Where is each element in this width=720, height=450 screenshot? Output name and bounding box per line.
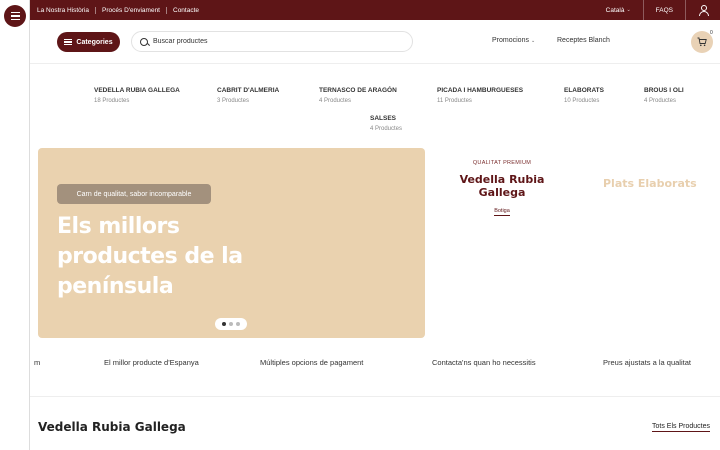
category-name: VEDELLA RUBIA GALLEGA [94,87,180,94]
hero-banner[interactable]: Carn de qualitat, sabor incomparable Els… [38,148,425,338]
categories-button[interactable]: Categories [57,32,120,52]
category-name: BROUS I OLI [644,87,684,94]
main-header: Categories Promocions ⌄ Receptes Blanch … [30,20,720,64]
feature-item: Contacta'ns quan ho necessitis [432,358,536,367]
chevron-down-icon: ⌄ [626,7,631,13]
search-icon[interactable] [140,37,148,46]
side-rail [0,0,30,450]
category-item[interactable]: VEDELLA RUBIA GALLEGA 18 Productes [94,87,180,104]
category-count: 10 Productes [564,98,600,104]
top-bar: La Nostra Història Procés D'enviament Co… [30,0,720,20]
search-box [131,31,413,52]
category-count: 4 Productes [319,98,352,104]
menu-icon[interactable] [4,5,26,27]
top-links: La Nostra Història Procés D'enviament Co… [37,6,205,14]
search-input[interactable] [153,38,393,45]
language-label: Català [605,6,625,14]
category-item[interactable]: PICADA I HAMBURGUESES 11 Productes [437,87,523,104]
feature-item: Preus ajustats a la qualitat [603,358,691,367]
category-count: 3 Productes [217,98,250,104]
carousel-dot[interactable] [236,322,240,326]
category-name: PICADA I HAMBURGUESES [437,87,524,94]
category-name: CABRIT D'ALMERIA [217,87,280,94]
user-icon [698,5,709,16]
top-link-nostra-historia[interactable]: La Nostra Història [37,6,97,14]
top-link-proces-enviament[interactable]: Procés D'enviament [96,6,167,14]
category-count: 11 Productes [437,98,472,104]
divider [30,396,720,397]
promocions-label: Promocions [492,37,529,44]
features-strip: m El millor producte d'Espanya Múltiples… [30,358,720,370]
category-name: SALSES [370,115,397,122]
feature-item: El millor producte d'Espanya [104,358,199,367]
hamburger-icon [64,38,73,46]
cart-icon [697,37,707,47]
premium-kicker: QUALITAT PREMIUM [472,160,532,166]
premium-card: QUALITAT PREMIUM Vedella Rubia Gallega B… [452,160,552,217]
carousel-dot-active[interactable] [222,322,226,326]
account-button[interactable] [685,0,720,20]
category-item[interactable]: SALSES 4 Productes [370,115,402,132]
chevron-down-icon: ⌄ [530,37,536,44]
language-selector[interactable]: Català ⌄ [594,0,643,20]
faqs-link[interactable]: FAQS [642,0,685,20]
hero-title: Els millors productes de la península [57,214,243,299]
category-count: 4 Productes [370,126,403,132]
categories-label: Categories [76,38,113,46]
promocions-menu[interactable]: Promocions ⌄ [492,37,535,44]
next-slide-title: Plats Elaborats [603,177,697,190]
hero-badge: Carn de qualitat, sabor incomparable [57,184,211,204]
category-item[interactable]: TERNASCO DE ARAGÓN 4 Productes [319,87,397,104]
category-count: 18 Productes [94,98,130,104]
category-item[interactable]: ELABORATS 10 Productes [564,87,604,104]
carousel-dots [215,318,247,330]
feature-item: m [34,358,41,367]
carousel-dot[interactable] [229,322,233,326]
category-list: VEDELLA RUBIA GALLEGA 18 Productes CABRI… [30,64,720,144]
section-title: Vedella Rubia Gallega [38,420,186,434]
cart-count-badge: 0 [710,30,713,36]
category-item[interactable]: CABRIT D'ALMERIA 3 Productes [217,87,279,104]
botiga-link[interactable]: Botiga [494,208,510,216]
top-link-contacte[interactable]: Contacte [167,7,205,14]
feature-item: Múltiples opcions de pagament [260,358,364,367]
category-name: ELABORATS [564,87,604,94]
receptes-link[interactable]: Receptes Blanch [557,37,610,44]
all-products-link[interactable]: Tots Els Productes [652,423,710,432]
category-item[interactable]: BROUS I OLI 4 Productes [644,87,684,104]
category-count: 4 Productes [644,98,677,104]
premium-title: Vedella Rubia Gallega [459,173,545,199]
faqs-label: FAQS [655,6,673,14]
category-name: TERNASCO DE ARAGÓN [319,87,397,94]
